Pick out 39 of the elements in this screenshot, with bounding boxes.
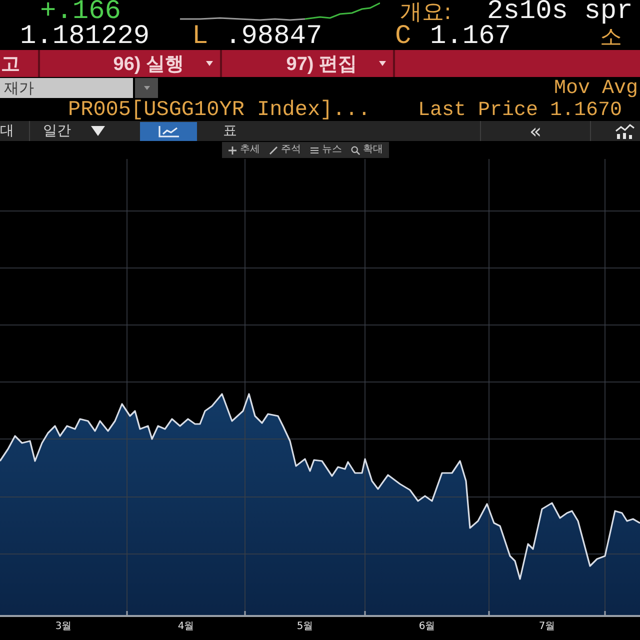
change-value: +.166 xyxy=(40,0,122,25)
axis-label: 5월 xyxy=(296,620,314,633)
tool-button[interactable]: 확대 xyxy=(351,143,383,157)
period-dropdown[interactable]: 일간 xyxy=(43,122,105,140)
low-value: .98847 xyxy=(225,25,322,50)
tool-button[interactable]: 주석 xyxy=(269,143,301,157)
caret-icon xyxy=(379,61,386,66)
axis-label: 7월 xyxy=(538,620,556,633)
summary-value: 2s10s spr xyxy=(487,0,633,25)
menu-button[interactable]: 97) 편집 xyxy=(222,50,395,77)
summary-label: 개요: xyxy=(400,0,452,25)
toolbar-button[interactable]: 대 xyxy=(0,122,14,140)
tool-button[interactable]: 추세 xyxy=(228,143,260,157)
table-view-tab[interactable]: 표 xyxy=(215,122,245,140)
last-value: 1.181229 xyxy=(20,25,150,50)
chart-icon[interactable] xyxy=(615,124,635,138)
collapse-button[interactable]: « xyxy=(529,122,542,140)
line-chart-icon xyxy=(158,124,180,138)
axis-label: 6월 xyxy=(418,620,436,633)
close-value: 1.167 xyxy=(430,25,512,50)
search-icon xyxy=(351,146,360,154)
last-price-legend: Last Price 1.1670 xyxy=(418,99,622,122)
list-icon xyxy=(310,146,319,154)
low-label: L xyxy=(192,25,208,50)
dropdown-button[interactable] xyxy=(135,78,158,98)
pen-icon xyxy=(269,146,278,154)
owner-label: 소 xyxy=(600,25,622,50)
axis-label: 3월 xyxy=(55,620,72,633)
caret-icon xyxy=(91,126,105,136)
close-label: C xyxy=(395,25,412,50)
chart-view-tab[interactable] xyxy=(140,122,197,140)
plus-icon xyxy=(228,146,237,154)
caret-icon xyxy=(144,86,150,90)
series-legend: PR005[USGG10YR Index]... xyxy=(68,99,370,122)
caret-icon xyxy=(206,61,213,66)
axis-label: 4월 xyxy=(178,620,194,633)
tool-button[interactable]: 뉴스 xyxy=(310,143,342,157)
overlay-label: Mov Avg xyxy=(554,76,639,100)
select-field[interactable]: 재가 xyxy=(0,78,133,98)
